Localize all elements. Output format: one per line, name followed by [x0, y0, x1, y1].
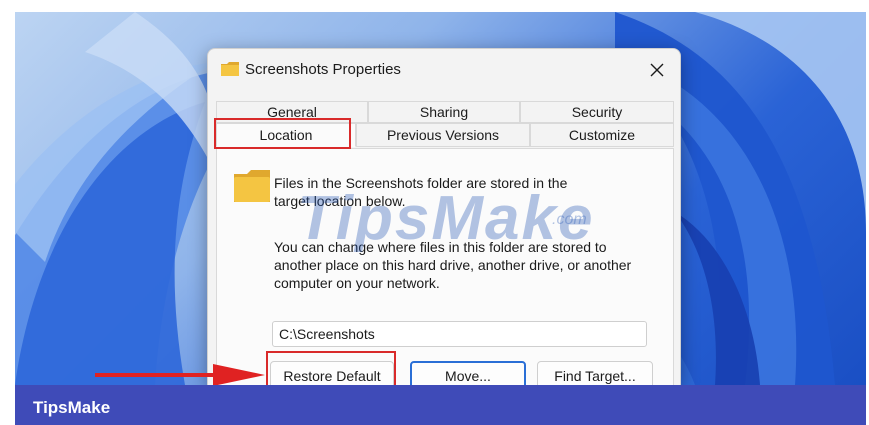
footer-brand: TipsMake — [33, 398, 111, 417]
tab-location-label: Location — [259, 127, 313, 143]
tab-previous-versions-label: Previous Versions — [386, 127, 500, 143]
restore-default-label: Restore Default — [283, 368, 381, 384]
location-path-input[interactable] — [272, 321, 647, 347]
tab-security[interactable]: Security — [520, 101, 674, 123]
close-button[interactable] — [634, 49, 680, 91]
folder-icon — [234, 170, 270, 202]
close-icon — [650, 63, 664, 77]
tab-location[interactable]: Location — [216, 123, 356, 147]
move-label: Move... — [445, 368, 491, 384]
tab-customize[interactable]: Customize — [530, 123, 674, 147]
tab-strip: General Sharing Security Location Previo… — [216, 101, 674, 149]
dialog-title: Screenshots Properties — [245, 61, 401, 78]
dialog-titlebar: Screenshots Properties — [208, 49, 680, 91]
screenshot-frame: Screenshots Properties General Sharing S… — [0, 0, 869, 425]
properties-dialog: Screenshots Properties General Sharing S… — [207, 48, 681, 391]
location-panel: Files in the Screenshots folder are stor… — [216, 148, 674, 391]
tab-previous-versions[interactable]: Previous Versions — [356, 123, 530, 147]
tab-security-label: Security — [571, 104, 623, 120]
tab-sharing-label: Sharing — [419, 104, 469, 120]
location-info-text: Files in the Screenshots folder are stor… — [274, 175, 568, 209]
tab-customize-label: Customize — [568, 127, 636, 143]
tab-general[interactable]: General — [216, 101, 368, 123]
footer-bar: TipsMake — [15, 385, 866, 425]
folder-icon — [221, 62, 239, 76]
tab-sharing[interactable]: Sharing — [368, 101, 520, 123]
location-description: You can change where files in this folde… — [274, 239, 632, 291]
find-target-label: Find Target... — [554, 368, 636, 384]
tab-general-label: General — [267, 104, 317, 120]
